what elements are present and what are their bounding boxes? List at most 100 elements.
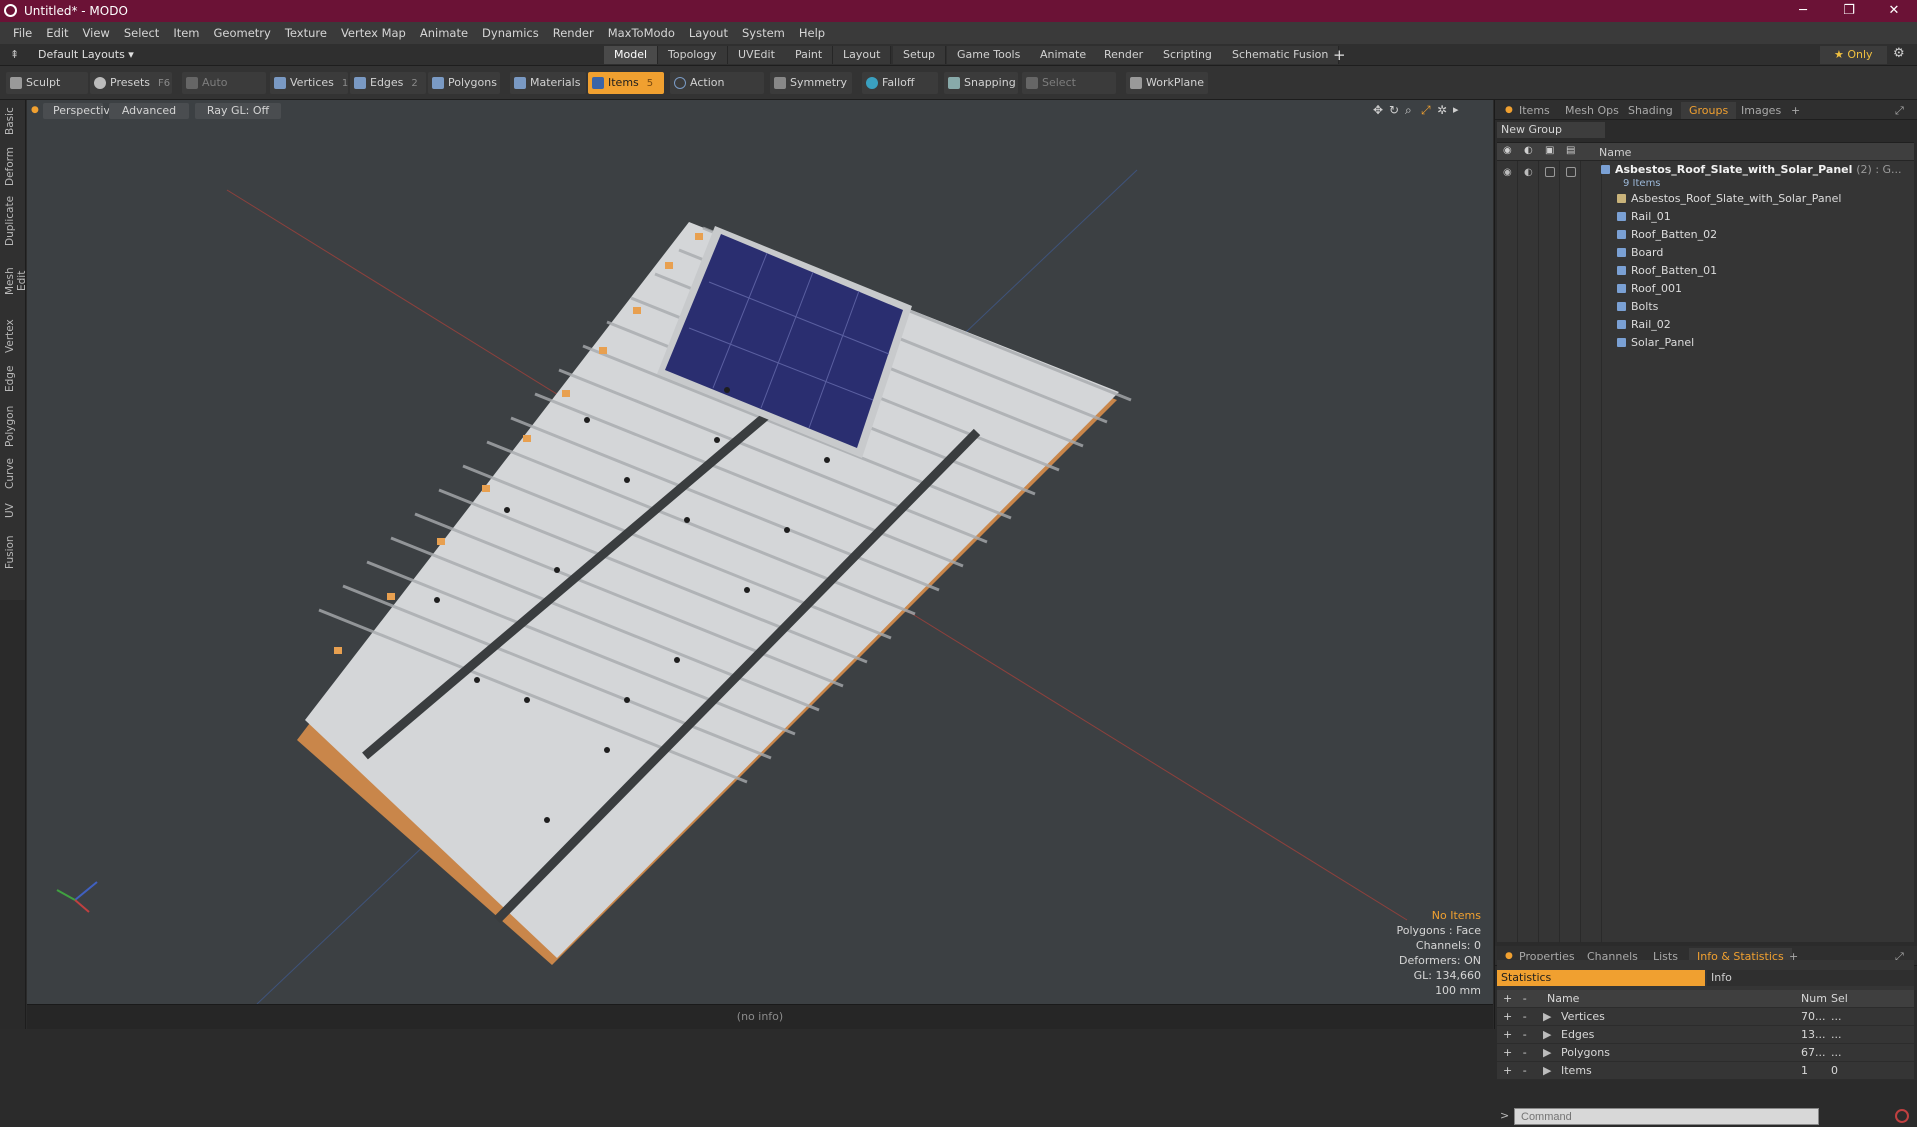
viewport-settings-icon[interactable]: ✲ bbox=[1437, 103, 1447, 117]
stat-row-items[interactable]: + - ▶ Items 1 0 bbox=[1497, 1062, 1914, 1080]
menu-edit[interactable]: Edit bbox=[39, 22, 75, 44]
vertices-mode-button[interactable]: Vertices 1 bbox=[270, 72, 348, 94]
tab-shading[interactable]: Shading bbox=[1620, 102, 1681, 119]
zoom-icon[interactable]: ⌕ bbox=[1405, 103, 1412, 118]
close-button[interactable]: ✕ bbox=[1871, 0, 1917, 22]
left-tab-curve[interactable]: Curve bbox=[4, 456, 22, 492]
left-tab-uv[interactable]: UV bbox=[4, 500, 22, 522]
advanced-button[interactable]: Advanced bbox=[109, 103, 189, 119]
tab-game-tools[interactable]: Game Tools bbox=[947, 46, 1032, 64]
sculpt-button[interactable]: Sculpt bbox=[6, 72, 88, 94]
menu-texture[interactable]: Texture bbox=[278, 22, 334, 44]
tab-uvedit[interactable]: UVEdit bbox=[728, 46, 786, 64]
group-child-board[interactable]: Board bbox=[1617, 244, 1663, 262]
tab-groups[interactable]: Groups bbox=[1681, 102, 1737, 119]
row-lock-checkbox[interactable] bbox=[1545, 167, 1555, 177]
command-input[interactable] bbox=[1514, 1108, 1819, 1125]
presets-button[interactable]: Presets F6 bbox=[90, 72, 172, 94]
expand-arrow-icon[interactable]: ▶ bbox=[1543, 1062, 1551, 1080]
left-tab-duplicate[interactable]: Duplicate bbox=[4, 196, 22, 246]
group-child-asbestos-root-locator[interactable]: Asbestos_Roof_Slate_with_Solar_Panel bbox=[1617, 190, 1841, 208]
left-tab-basic[interactable]: Basic bbox=[4, 106, 22, 136]
menu-item[interactable]: Item bbox=[166, 22, 206, 44]
tab-schematic-fusion[interactable]: Schematic Fusion bbox=[1222, 46, 1340, 64]
left-tab-vertex[interactable]: Vertex bbox=[4, 316, 22, 356]
symmetry-button[interactable]: Symmetry bbox=[770, 72, 852, 94]
panel-expand-icon[interactable]: ⤢ bbox=[1887, 102, 1912, 119]
perspective-button[interactable]: Perspective bbox=[43, 103, 117, 119]
tab-layout[interactable]: Layout bbox=[833, 46, 892, 64]
group-child-solar-panel[interactable]: Solar_Panel bbox=[1617, 334, 1694, 352]
raygl-button[interactable]: Ray GL: Off bbox=[195, 103, 281, 119]
materials-mode-button[interactable]: Materials bbox=[510, 72, 586, 94]
minimize-button[interactable]: ─ bbox=[1780, 0, 1826, 22]
info-tab[interactable]: Info bbox=[1707, 970, 1914, 986]
menu-vertex-map[interactable]: Vertex Map bbox=[334, 22, 413, 44]
pan-icon[interactable]: ✥ bbox=[1373, 103, 1383, 117]
row-select-checkbox[interactable] bbox=[1566, 167, 1576, 177]
command-record-icon[interactable] bbox=[1895, 1109, 1909, 1123]
tab-paint[interactable]: Paint bbox=[785, 46, 834, 64]
group-child-bolts[interactable]: Bolts bbox=[1617, 298, 1658, 316]
new-group-button[interactable]: New Group bbox=[1497, 122, 1605, 138]
row-visibility-eye-icon[interactable]: ◉ bbox=[1503, 167, 1512, 178]
snapping-button[interactable]: Snapping bbox=[944, 72, 1018, 94]
group-child-roof-batten-01[interactable]: Roof_Batten_01 bbox=[1617, 262, 1717, 280]
select-through-button[interactable]: Select Through bbox=[1022, 72, 1116, 111]
expand-all-button[interactable]: + - bbox=[1503, 990, 1533, 1008]
auto-select-button[interactable]: Auto Select bbox=[182, 72, 266, 111]
items-mode-button[interactable]: Items 5 bbox=[588, 72, 664, 94]
tab-mesh-ops[interactable]: Mesh Ops bbox=[1557, 102, 1627, 119]
menu-view[interactable]: View bbox=[76, 22, 117, 44]
menu-file[interactable]: File bbox=[6, 22, 39, 44]
left-tab-fusion[interactable]: Fusion bbox=[4, 532, 22, 572]
render-icon[interactable]: ◐ bbox=[1524, 145, 1533, 156]
group-child-roof-batten-02[interactable]: Roof_Batten_02 bbox=[1617, 226, 1717, 244]
menu-animate[interactable]: Animate bbox=[413, 22, 475, 44]
select-icon[interactable]: ▤ bbox=[1566, 145, 1575, 156]
menu-layout[interactable]: Layout bbox=[682, 22, 735, 44]
workplane-button[interactable]: WorkPlane bbox=[1126, 72, 1208, 94]
tab-scripting[interactable]: Scripting bbox=[1153, 46, 1223, 64]
3d-viewport[interactable]: ● Perspective Advanced Ray GL: Off ✥ ↻ ⌕… bbox=[27, 100, 1493, 1004]
only-toggle[interactable]: ★ Only bbox=[1820, 46, 1887, 64]
menu-select[interactable]: Select bbox=[117, 22, 166, 44]
layout-dropdown[interactable]: Default Layouts ▾ bbox=[38, 48, 134, 61]
tab-setup[interactable]: Setup bbox=[893, 46, 947, 64]
menu-geometry[interactable]: Geometry bbox=[207, 22, 278, 44]
maximize-button[interactable]: ❐ bbox=[1826, 0, 1872, 22]
expand-arrow-icon[interactable]: ▶ bbox=[1543, 1044, 1551, 1062]
add-tab-button[interactable]: + bbox=[1333, 46, 1346, 64]
add-panel-tab-button[interactable]: + bbox=[1783, 102, 1808, 119]
edges-mode-button[interactable]: Edges 2 bbox=[350, 72, 426, 94]
left-tab-mesh-edit[interactable]: Mesh Edit bbox=[4, 256, 28, 306]
falloff-button[interactable]: Falloff bbox=[862, 72, 938, 94]
layout-pin-icon[interactable]: ⇞ bbox=[10, 48, 19, 61]
stat-row-polygons[interactable]: + - ▶ Polygons 67...... bbox=[1497, 1044, 1914, 1062]
viewport-menu-icon[interactable]: ● bbox=[31, 105, 39, 115]
action-center-button[interactable]: Action Center bbox=[670, 72, 764, 111]
tab-animate[interactable]: Animate bbox=[1030, 46, 1098, 64]
tab-topology[interactable]: Topology bbox=[658, 46, 728, 64]
statistics-tab[interactable]: Statistics bbox=[1497, 970, 1705, 986]
left-tab-polygon[interactable]: Polygon bbox=[4, 404, 22, 448]
menu-help[interactable]: Help bbox=[792, 22, 832, 44]
menu-maxtomodo[interactable]: MaxToModo bbox=[601, 22, 682, 44]
tab-model[interactable]: Model bbox=[604, 46, 659, 64]
group-child-rail-02[interactable]: Rail_02 bbox=[1617, 316, 1671, 334]
settings-gear-icon[interactable]: ⚙ bbox=[1893, 46, 1905, 61]
menu-render[interactable]: Render bbox=[546, 22, 601, 44]
menu-dynamics[interactable]: Dynamics bbox=[475, 22, 546, 44]
lock-icon[interactable]: ▣ bbox=[1545, 145, 1554, 156]
expand-arrow-icon[interactable]: ▶ bbox=[1543, 1008, 1551, 1026]
viewport-expand-icon[interactable]: ▸ bbox=[1453, 103, 1459, 116]
polygons-mode-button[interactable]: Polygons bbox=[428, 72, 500, 94]
rotate-icon[interactable]: ↻ bbox=[1389, 103, 1399, 117]
group-child-rail-01[interactable]: Rail_01 bbox=[1617, 208, 1671, 226]
group-child-roof-001[interactable]: Roof_001 bbox=[1617, 280, 1682, 298]
tab-images[interactable]: Images bbox=[1733, 102, 1789, 119]
row-render-icon[interactable]: ◐ bbox=[1524, 167, 1533, 178]
fit-icon[interactable]: ⤢ bbox=[1421, 103, 1431, 118]
left-tab-deform[interactable]: Deform bbox=[4, 146, 22, 186]
menu-system[interactable]: System bbox=[735, 22, 792, 44]
